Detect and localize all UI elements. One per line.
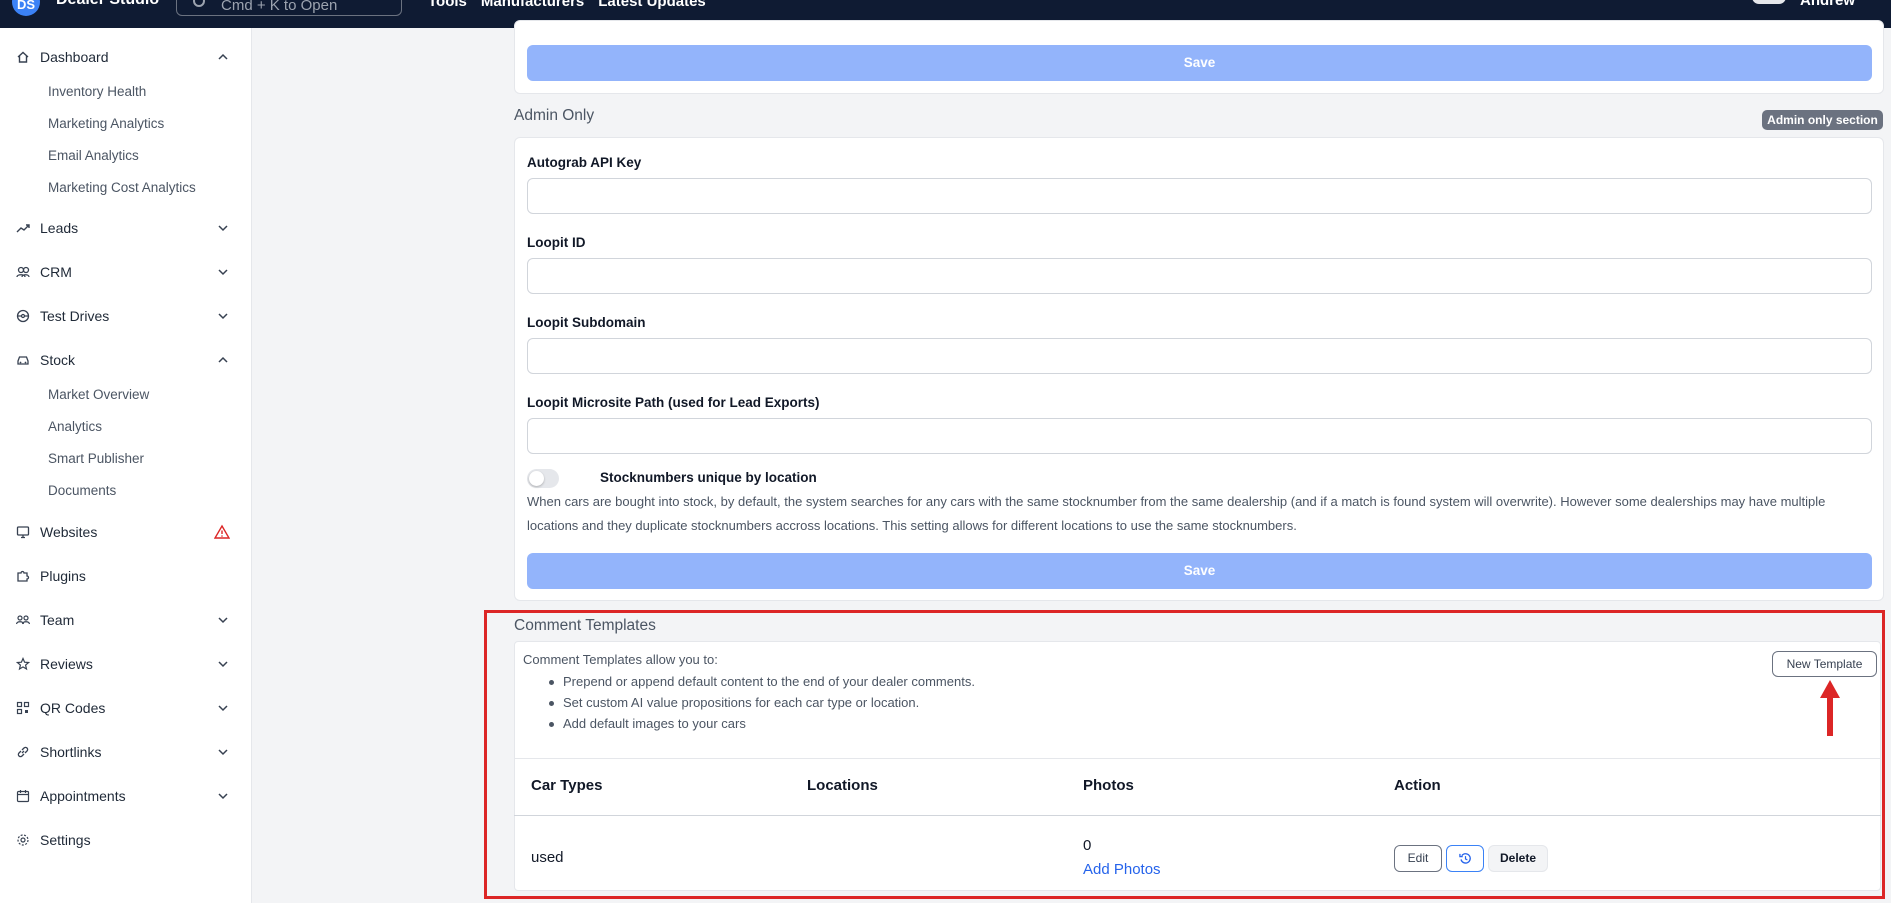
- home-icon: [16, 50, 30, 64]
- sidebar-subitem-marketing-cost-analytics[interactable]: Marketing Cost Analytics: [48, 178, 196, 198]
- sidebar-item-label: Team: [40, 612, 75, 628]
- sidebar-item-label: Appointments: [40, 788, 126, 804]
- sidebar-subitem-inventory-health[interactable]: Inventory Health: [48, 82, 146, 102]
- sidebar-item-crm[interactable]: CRM: [0, 257, 252, 287]
- autograb-api-key-label: Autograb API Key: [527, 155, 642, 170]
- toggle-knob: [529, 471, 544, 486]
- theme-toggle[interactable]: [1752, 0, 1786, 4]
- sidebar-item-plugins[interactable]: Plugins: [0, 561, 252, 591]
- sidebar-subitem-analytics[interactable]: Analytics: [48, 417, 102, 437]
- sidebar-item-label: Reviews: [40, 656, 93, 672]
- users-icon: [16, 265, 30, 279]
- loopit-id-label: Loopit ID: [527, 235, 586, 250]
- sidebar-item-label: Dashboard: [40, 49, 109, 65]
- sidebar-item-test-drives[interactable]: Test Drives: [0, 301, 252, 331]
- sidebar-subitem-market-overview[interactable]: Market Overview: [48, 385, 149, 405]
- sidebar-item-team[interactable]: Team: [0, 605, 252, 635]
- top-nav-tools[interactable]: Tools: [428, 0, 467, 10]
- steering-wheel-icon: [16, 309, 30, 323]
- top-nav-manufacturers[interactable]: Manufacturers: [481, 0, 584, 10]
- autograb-api-key-input[interactable]: [527, 178, 1872, 214]
- chevron-down-icon[interactable]: [216, 613, 230, 627]
- puzzle-icon: [16, 569, 30, 583]
- chevron-down-icon[interactable]: [216, 309, 230, 323]
- sidebar-item-label: Websites: [40, 524, 98, 540]
- sidebar-item-leads[interactable]: Leads: [0, 213, 252, 243]
- sidebar-item-shortlinks[interactable]: Shortlinks: [0, 737, 252, 767]
- sidebar-item-settings[interactable]: Settings: [0, 825, 252, 855]
- warning-icon: [213, 524, 231, 540]
- loopit-microsite-path-label: Loopit Microsite Path (used for Lead Exp…: [527, 395, 820, 410]
- sidebar-subitem-documents[interactable]: Documents: [48, 481, 116, 501]
- stocknumbers-unique-label: Stocknumbers unique by location: [600, 470, 817, 485]
- sidebar-item-label: QR Codes: [40, 700, 106, 716]
- team-icon: [15, 613, 31, 627]
- chevron-down-icon[interactable]: [216, 265, 230, 279]
- sidebar-item-label: Stock: [40, 352, 76, 368]
- link-icon: [16, 745, 30, 759]
- sidebar-item-reviews[interactable]: Reviews: [0, 649, 252, 679]
- app-logo[interactable]: DS: [12, 0, 40, 16]
- chevron-down-icon[interactable]: [216, 221, 230, 235]
- chevron-down-icon[interactable]: [216, 789, 230, 803]
- highlight-frame: [484, 610, 1885, 899]
- sidebar-item-label: Leads: [40, 220, 79, 236]
- admin-save-button[interactable]: Save: [527, 553, 1872, 589]
- sidebar-item-label: Plugins: [40, 568, 86, 584]
- monitor-icon: [16, 525, 30, 539]
- sidebar-item-label: Test Drives: [40, 308, 110, 324]
- top-nav: Tools Manufacturers Latest Updates: [428, 0, 706, 10]
- chevron-down-icon[interactable]: [216, 701, 230, 715]
- admin-only-badge: Admin only section: [1762, 110, 1883, 130]
- qr-icon: [16, 701, 30, 715]
- chevron-down-icon[interactable]: [216, 745, 230, 759]
- stocknumbers-help-text: When cars are bought into stock, by defa…: [527, 494, 1826, 533]
- sidebar-item-qr-codes[interactable]: QR Codes: [0, 693, 252, 723]
- chevron-up-icon[interactable]: [216, 50, 230, 64]
- save-button[interactable]: Save: [527, 45, 1872, 81]
- loopit-subdomain-input[interactable]: [527, 338, 1872, 374]
- sidebar-item-websites[interactable]: Websites: [0, 517, 252, 547]
- sidebar-item-stock[interactable]: Stock: [0, 345, 252, 375]
- loopit-microsite-path-input[interactable]: [527, 418, 1872, 454]
- top-nav-latest-updates[interactable]: Latest Updates: [598, 0, 706, 10]
- calendar-icon: [16, 789, 30, 803]
- stocknumbers-unique-toggle[interactable]: [527, 469, 559, 488]
- sidebar-subitem-marketing-analytics[interactable]: Marketing Analytics: [48, 114, 164, 134]
- loopit-subdomain-label: Loopit Subdomain: [527, 315, 646, 330]
- sidebar: Dashboard Inventory Health Marketing Ana…: [0, 28, 252, 903]
- sidebar-item-label: Shortlinks: [40, 744, 102, 760]
- sidebar-item-dashboard[interactable]: Dashboard: [0, 42, 252, 72]
- user-menu[interactable]: Andrew: [1800, 0, 1855, 9]
- section-title-admin-only: Admin Only: [514, 107, 595, 124]
- brand-name: Dealer Studio: [56, 0, 159, 9]
- sidebar-item-appointments[interactable]: Appointments: [0, 781, 252, 811]
- trend-icon: [16, 221, 30, 235]
- chevron-down-icon[interactable]: [216, 657, 230, 671]
- chevron-up-icon[interactable]: [216, 353, 230, 367]
- loopit-id-input[interactable]: [527, 258, 1872, 294]
- star-icon: [15, 656, 31, 671]
- search-placeholder: Cmd + K to Open: [221, 0, 338, 14]
- sidebar-subitem-email-analytics[interactable]: Email Analytics: [48, 146, 139, 166]
- search-icon: [193, 0, 205, 7]
- sidebar-item-label: Settings: [40, 832, 91, 848]
- command-search-input[interactable]: Cmd + K to Open: [176, 0, 402, 16]
- car-icon: [16, 353, 30, 367]
- sidebar-item-label: CRM: [40, 264, 72, 280]
- sidebar-subitem-smart-publisher[interactable]: Smart Publisher: [48, 449, 144, 469]
- gear-icon: [16, 833, 30, 847]
